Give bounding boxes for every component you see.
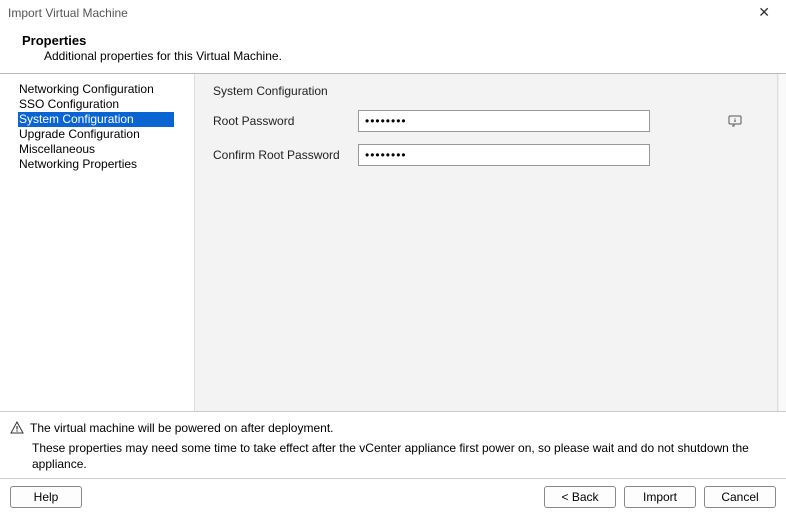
confirm-root-password-input[interactable] bbox=[358, 144, 650, 166]
page-title: Properties bbox=[22, 33, 786, 48]
sidebar-item-networking-properties[interactable]: Networking Properties bbox=[18, 157, 194, 172]
sidebar: Networking Configuration SSO Configurati… bbox=[0, 74, 195, 411]
confirm-root-password-row: Confirm Root Password bbox=[213, 144, 759, 166]
sidebar-item-networking-configuration[interactable]: Networking Configuration bbox=[18, 82, 194, 97]
main-area: Networking Configuration SSO Configurati… bbox=[0, 74, 786, 411]
warning-icon bbox=[10, 421, 24, 438]
right-gutter bbox=[778, 74, 786, 411]
header: Properties Additional properties for thi… bbox=[0, 25, 786, 73]
window-title: Import Virtual Machine bbox=[8, 6, 128, 20]
sidebar-item-miscellaneous[interactable]: Miscellaneous bbox=[18, 142, 194, 157]
notice-row: The virtual machine will be powered on a… bbox=[10, 420, 778, 438]
root-password-label: Root Password bbox=[213, 114, 358, 128]
titlebar: Import Virtual Machine ✕ bbox=[0, 0, 786, 25]
help-button[interactable]: Help bbox=[10, 486, 82, 508]
button-bar: Help < Back Import Cancel bbox=[0, 478, 786, 515]
sidebar-item-sso-configuration[interactable]: SSO Configuration bbox=[18, 97, 194, 112]
cancel-button[interactable]: Cancel bbox=[704, 486, 776, 508]
sidebar-item-system-configuration[interactable]: System Configuration bbox=[18, 112, 174, 127]
confirm-root-password-label: Confirm Root Password bbox=[213, 148, 358, 162]
section-title: System Configuration bbox=[213, 84, 759, 98]
notice-text-2: These properties may need some time to t… bbox=[10, 440, 778, 472]
import-button[interactable]: Import bbox=[624, 486, 696, 508]
root-password-input[interactable] bbox=[358, 110, 650, 132]
info-icon[interactable] bbox=[728, 115, 744, 127]
root-password-row: Root Password bbox=[213, 110, 759, 132]
close-icon[interactable]: ✕ bbox=[752, 4, 776, 21]
back-button[interactable]: < Back bbox=[544, 486, 616, 508]
page-subtitle: Additional properties for this Virtual M… bbox=[22, 49, 786, 63]
notice-text-1: The virtual machine will be powered on a… bbox=[30, 420, 334, 436]
content-panel: System Configuration Root Password Confi… bbox=[195, 74, 778, 411]
sidebar-item-upgrade-configuration[interactable]: Upgrade Configuration bbox=[18, 127, 194, 142]
notice-area: The virtual machine will be powered on a… bbox=[0, 411, 786, 478]
